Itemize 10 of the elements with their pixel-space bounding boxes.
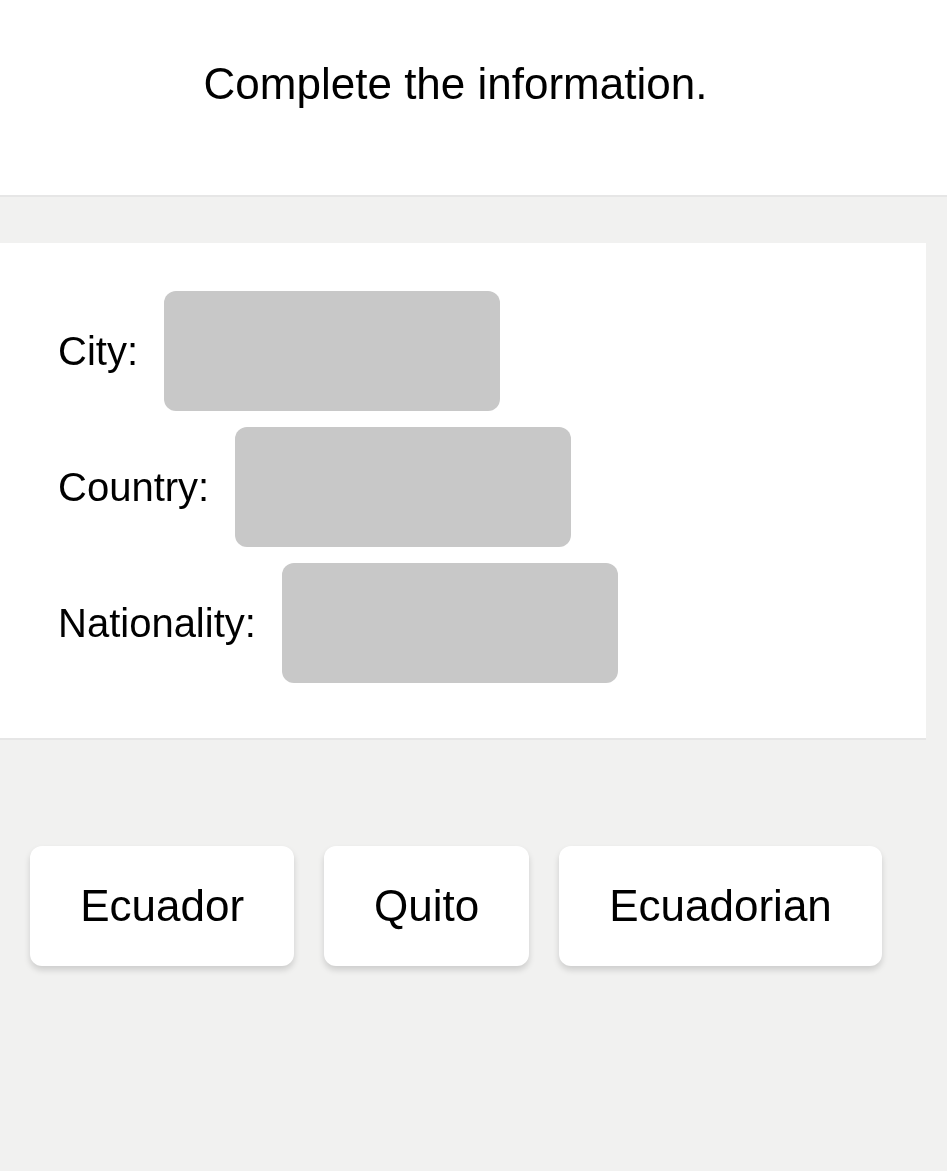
field-label: Nationality: <box>58 600 256 647</box>
field-label: Country: <box>58 464 210 511</box>
instruction-text: Complete the information. <box>203 57 708 110</box>
answer-box[interactable] <box>164 291 500 411</box>
answer-box[interactable] <box>235 427 572 547</box>
answer-box[interactable] <box>281 563 618 683</box>
word-chip[interactable]: Quito <box>324 846 530 966</box>
field-label: City: <box>58 328 138 375</box>
word-chip[interactable]: Ecuadorian <box>559 846 882 966</box>
word-chip[interactable]: Ecuador <box>30 846 295 966</box>
